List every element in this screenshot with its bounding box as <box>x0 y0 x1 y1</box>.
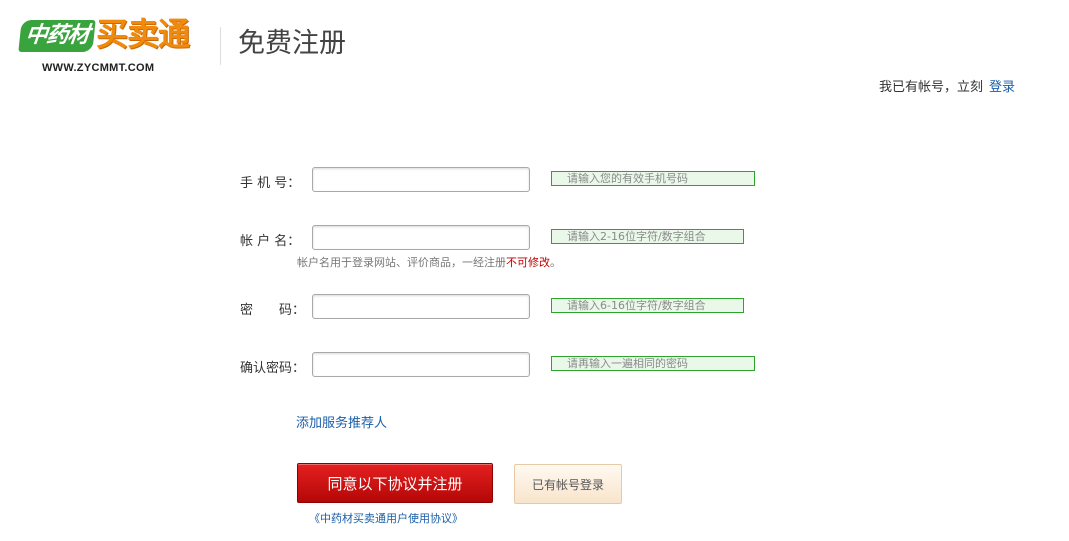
phone-input[interactable] <box>312 167 530 192</box>
password-label: 密 码： <box>240 303 306 318</box>
username-input[interactable] <box>312 225 530 250</box>
username-note-warning: 不可修改 <box>506 256 550 269</box>
phone-tip: 请输入您的有效手机号码 <box>551 171 755 186</box>
login-hint: 我已有帐号，立刻 登录 <box>879 76 1015 95</box>
username-row: 帐 户 名： 请输入2-16位字符/数字组合 <box>0 225 1069 255</box>
password-input[interactable] <box>312 294 530 319</box>
password-tip: 请输入6-16位字符/数字组合 <box>551 298 744 313</box>
header-login-link[interactable]: 登录 <box>989 80 1015 95</box>
username-note: 帐户名用于登录网站、评价商品，一经注册不可修改。 <box>297 254 561 270</box>
username-note-text: 帐户名用于登录网站、评价商品，一经注册 <box>297 256 506 269</box>
page-title: 免费注册 <box>238 28 346 59</box>
logo-green-mark: 中药材 <box>18 20 96 52</box>
confirm-password-label: 确认密码： <box>240 361 306 376</box>
add-referrer-link[interactable]: 添加服务推荐人 <box>296 412 387 431</box>
phone-label: 手 机 号： <box>240 176 301 191</box>
logo-url: WWW.ZYCMMT.COM <box>42 62 155 74</box>
phone-row: 手 机 号： 请输入您的有效手机号码 <box>0 167 1069 197</box>
confirm-password-row: 确认密码： 请再输入一遍相同的密码 <box>0 352 1069 382</box>
header-divider <box>220 27 221 65</box>
username-label: 帐 户 名： <box>240 234 301 249</box>
site-logo[interactable]: 中药材 买卖通 WWW.ZYCMMT.COM <box>18 10 208 80</box>
password-row: 密 码： 请输入6-16位字符/数字组合 <box>0 294 1069 324</box>
existing-account-login-button[interactable]: 已有帐号登录 <box>514 464 622 504</box>
confirm-password-input[interactable] <box>312 352 530 377</box>
agree-register-button[interactable]: 同意以下协议并注册 <box>297 463 493 503</box>
confirm-password-tip: 请再输入一遍相同的密码 <box>551 356 755 371</box>
login-hint-text: 我已有帐号，立刻 <box>878 80 983 95</box>
user-agreement-link[interactable]: 《中药材买卖通用户使用协议》 <box>309 510 463 526</box>
logo-orange-text: 买卖通 <box>96 15 190 53</box>
username-note-suffix: 。 <box>550 256 561 269</box>
username-tip: 请输入2-16位字符/数字组合 <box>551 229 744 244</box>
